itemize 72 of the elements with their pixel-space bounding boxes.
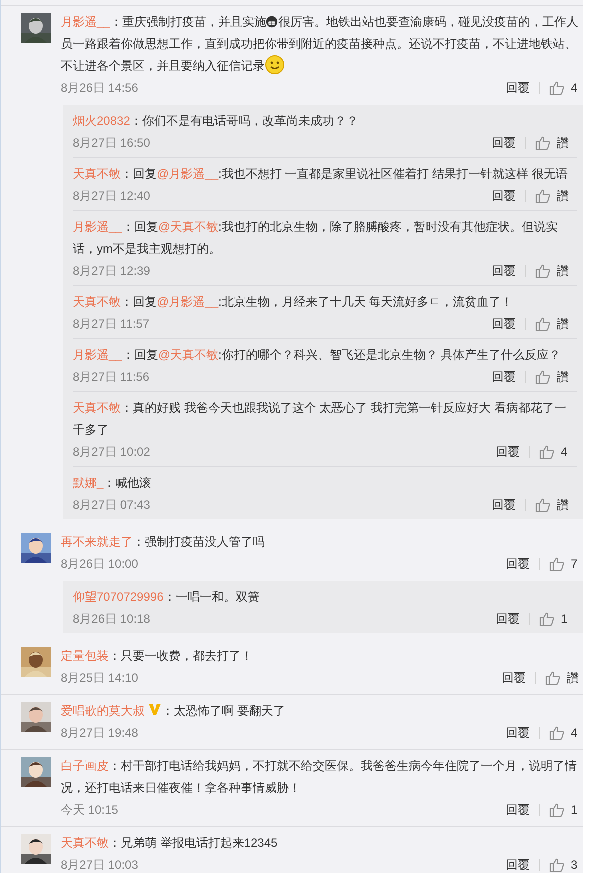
reply-text: 月影遥__：回复@天真不敏:你打的哪个？科兴、智飞还是北京生物？ 具体产生了什么反应？ — [73, 347, 562, 364]
reply-text: 天真不敏：回复@月影遥__:我也不想打 一直都是家里说社区催着打 结果打一针就这样 很无语 — [73, 166, 569, 183]
thumbs-up-icon — [535, 263, 551, 279]
comment-time: 8月27日 19:48 — [61, 724, 140, 742]
reply-text: 天真不敏：回复@月影遥__:北京生物，月经来了十几天 每天流好多ㄷ，流贫血了！ — [73, 294, 514, 311]
comment-time: 8月27日 12:39 — [73, 262, 152, 280]
comment-text: 月影遥__：重庆强制打疫苗，并且实施 很厉害。地铁出站也要查渝康码，碰见没疫苗的，工作人员一路跟着你做思想工作，直到成功把你带到附近的疫苗接种点。还说不打疫苗，不让进地铁站、不让进各个景区，并且要纳入征信记录 — [61, 14, 580, 77]
like-button[interactable]: 讚 — [535, 316, 569, 332]
comment-time: 8月27日 10:03 — [61, 856, 140, 873]
reply-link[interactable]: 回覆 — [492, 316, 516, 332]
thumbs-up-icon — [539, 444, 555, 460]
comment-time: 8月27日 11:56 — [73, 368, 150, 386]
thumbs-up-icon — [549, 80, 565, 96]
comment-text: 爱唱歌的莫大叔 ：太恐怖了啊 要翻天了 — [61, 702, 286, 720]
reply-link[interactable]: 回覆 — [506, 80, 530, 96]
comment-time: 8月27日 10:02 — [73, 444, 152, 460]
comment-time: 8月26日 10:00 — [61, 556, 140, 572]
reply-link[interactable]: 回覆 — [492, 262, 516, 280]
comment-time: 8月26日 14:56 — [61, 80, 140, 96]
like-button[interactable]: 7 — [549, 556, 579, 572]
thumbs-up-icon — [549, 802, 565, 818]
thumbs-up-icon — [549, 556, 565, 572]
reply-text: 仰望7070729996：一唱一和。双簧 — [73, 589, 261, 606]
comment-text: 白子画皮：村干部打电话给我妈妈，不打就不给交医保。我爸爸生病今年住院了一个月，说明了情况，还打电话来日催夜催！拿各种事情威胁！ — [61, 758, 578, 797]
like-button[interactable]: 1 — [549, 802, 579, 818]
comment-time: 8月25日 14:10 — [61, 670, 140, 686]
reply-link[interactable]: 回覆 — [502, 670, 526, 686]
reply-link[interactable]: 回覆 — [492, 188, 516, 204]
thumbs-up-icon — [535, 369, 551, 385]
smiley-icon — [265, 55, 285, 75]
like-button[interactable]: 1 — [539, 611, 569, 627]
reply-link[interactable]: 回覆 — [506, 802, 530, 818]
reply-text: 烟火20832：你们不是有电话哥吗，改革尚未成功？？ — [73, 113, 360, 130]
comment-time: 8月27日 12:40 — [73, 188, 152, 204]
like-button[interactable]: 4 — [549, 80, 579, 96]
reply-link[interactable]: 回覆 — [496, 444, 520, 460]
reply-text: 默娜_：喊他滚 — [73, 475, 153, 492]
like-button[interactable]: 4 — [549, 725, 579, 741]
thumbs-up-icon — [535, 188, 551, 204]
like-button[interactable]: 讚 — [535, 134, 569, 152]
thumbs-up-icon — [535, 497, 551, 513]
reply-link[interactable]: 回覆 — [492, 134, 516, 152]
like-button[interactable]: 讚 — [545, 670, 579, 686]
like-button[interactable]: 讚 — [535, 496, 569, 514]
reply-link[interactable]: 回覆 — [506, 724, 530, 742]
comment-text: 再不来就走了：强制打疫苗没人管了吗 — [61, 534, 266, 551]
comment-time: 8月27日 16:50 — [73, 134, 152, 152]
comment-text: 天真不敏：兄弟萌 举报电话打起来12345 — [61, 835, 279, 852]
like-button[interactable]: 讚 — [535, 188, 569, 204]
thumbs-up-icon — [549, 857, 565, 873]
comment-time: 8月26日 10:18 — [73, 610, 152, 628]
comment-time: 8月27日 11:57 — [73, 316, 150, 332]
comment-text: 定量包装：只要一收费，都去打了！ — [61, 648, 254, 665]
like-button[interactable]: 3 — [549, 857, 579, 873]
masked-face-icon — [266, 16, 278, 28]
thumbs-up-icon — [539, 611, 555, 627]
reply-link[interactable]: 回覆 — [506, 856, 530, 873]
like-button[interactable]: 讚 — [535, 368, 569, 386]
thumbs-up-icon — [545, 670, 561, 686]
comment-time: 8月27日 07:43 — [73, 496, 152, 514]
reply-text: 天真不敏：真的好贱 我爸今天也跟我说了这个 太恶心了 我打完第一针反应好大 看病都花了一千多了 — [73, 400, 568, 439]
reply-link[interactable]: 回覆 — [492, 368, 516, 386]
like-button[interactable]: 讚 — [535, 262, 569, 280]
reply-text: 月影遥__：回复@天真不敏:我也打的北京生物，除了胳膊酸疼，暂时没有其他症状。但说实话，ym不是我主观想打的。 — [73, 219, 559, 258]
comment-time: 今天 10:15 — [61, 802, 120, 818]
reply-link[interactable]: 回覆 — [496, 610, 520, 628]
thumbs-up-icon — [535, 316, 551, 332]
reply-link[interactable]: 回覆 — [492, 496, 516, 514]
like-button[interactable]: 4 — [539, 444, 569, 460]
reply-link[interactable]: 回覆 — [506, 556, 530, 572]
thumbs-up-icon — [535, 135, 551, 151]
thumbs-up-icon — [549, 725, 565, 741]
